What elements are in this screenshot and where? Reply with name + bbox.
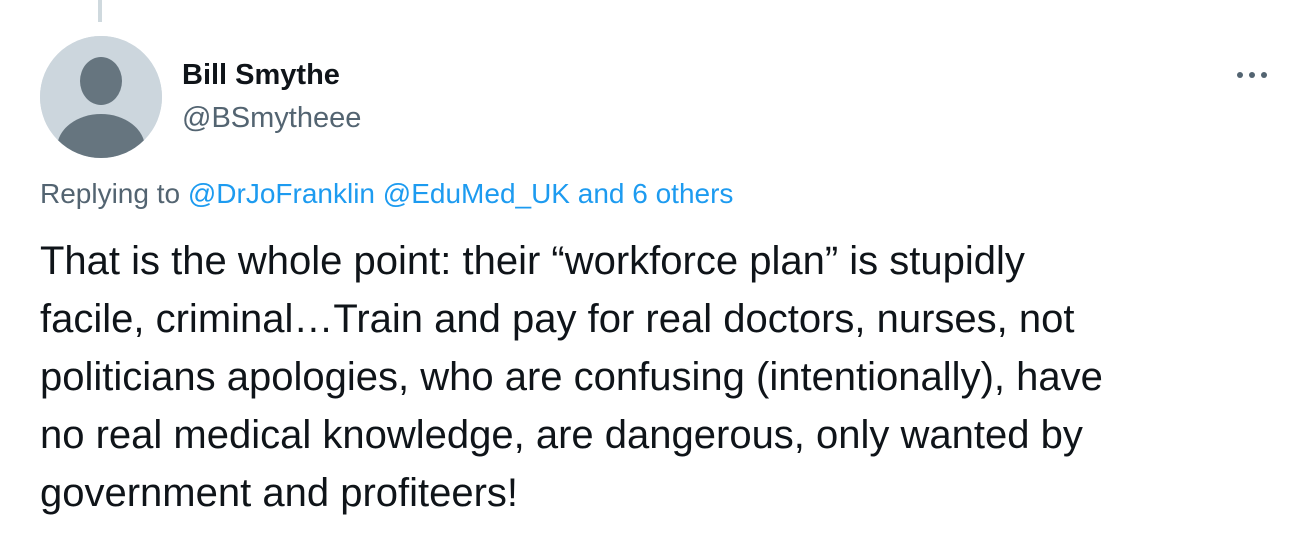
author-display-name[interactable]: Bill Smythe <box>182 57 340 93</box>
mention-link[interactable]: @DrJoFranklin <box>188 178 375 209</box>
replying-to-line: Replying to @DrJoFranklin @EduMed_UK and… <box>40 175 733 213</box>
author-handle[interactable]: @BSmytheee <box>182 100 361 136</box>
others-link[interactable]: and 6 others <box>578 178 734 209</box>
mention-link[interactable]: @EduMed_UK <box>383 178 570 209</box>
replying-to-label: Replying to <box>40 178 181 209</box>
default-profile-icon <box>40 36 162 158</box>
more-options-button[interactable] <box>1232 62 1272 88</box>
avatar[interactable] <box>40 36 162 158</box>
thread-line <box>98 0 102 22</box>
more-horizontal-icon <box>1237 72 1267 78</box>
tweet-text: That is the whole point: their “workforc… <box>40 239 1103 515</box>
